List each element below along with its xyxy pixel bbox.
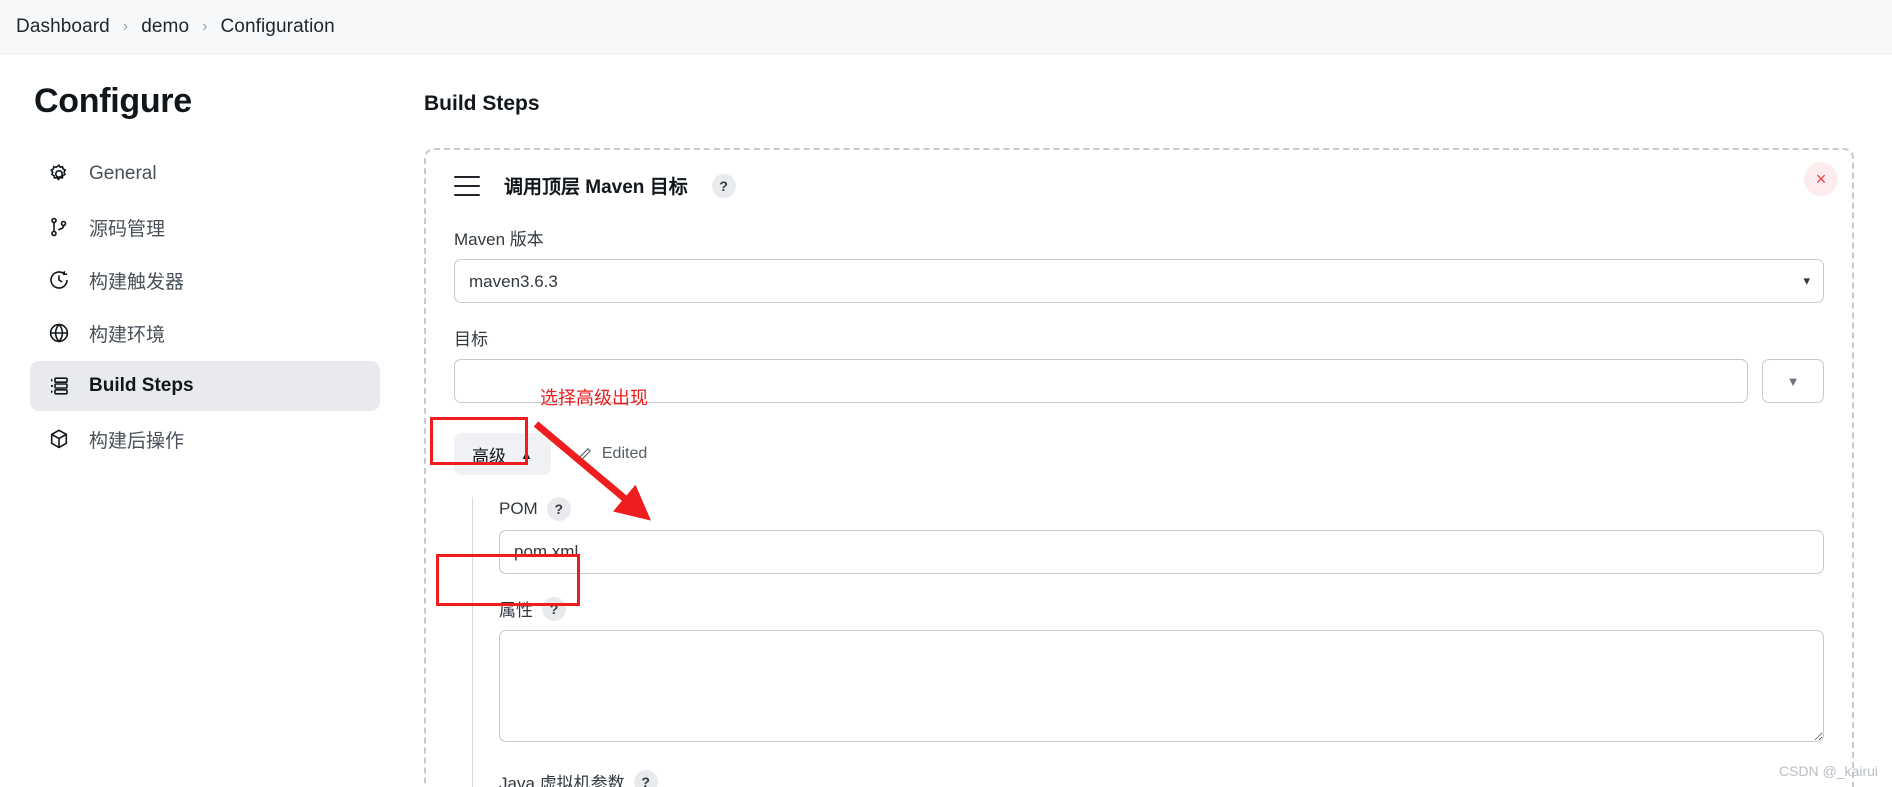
advanced-toggle-button[interactable]: 高级 ▲ — [454, 433, 551, 475]
goals-field: 目标 ▼ — [454, 325, 1824, 403]
goals-dropdown-button[interactable]: ▼ — [1762, 359, 1824, 403]
breadcrumb-item-dashboard[interactable]: Dashboard — [16, 16, 110, 38]
help-icon[interactable]: ? — [633, 769, 658, 787]
hamburger-icon[interactable] — [454, 175, 480, 196]
package-icon — [46, 426, 72, 452]
sidebar-item-source-management[interactable]: 源码管理 — [30, 202, 380, 252]
help-icon[interactable]: ? — [542, 596, 566, 621]
watermark: CSDN @_kairui — [1778, 763, 1878, 779]
clock-icon — [46, 267, 72, 293]
build-step-header: 调用顶层 Maven 目标 ? — [454, 172, 1824, 199]
help-icon[interactable]: ? — [546, 497, 571, 521]
gear-icon — [46, 161, 72, 187]
goals-input[interactable] — [454, 359, 1748, 403]
pom-label-row: POM ? — [499, 497, 1824, 521]
advanced-row: 高级 ▲ Edited — [454, 433, 1824, 475]
breadcrumb-separator-icon: › — [202, 17, 208, 35]
edited-status: Edited — [577, 445, 647, 463]
sidebar-nav: General 源码管理 构建触发器 构建环境 Build Steps 构建后操… — [30, 149, 380, 464]
maven-version-select[interactable]: maven3.6.3 — [454, 259, 1824, 303]
edited-label: Edited — [601, 445, 648, 462]
pom-input[interactable] — [499, 530, 1824, 574]
section-title: Build Steps — [424, 92, 540, 115]
sidebar-item-build-environment[interactable]: 构建环境 — [30, 308, 380, 358]
pom-label: POM — [499, 499, 538, 518]
main-content: Build Steps × 调用顶层 Maven 目标 ? Maven 版本 m… — [410, 54, 1892, 787]
sidebar-item-post-build-actions[interactable]: 构建后操作 — [30, 414, 380, 464]
build-step-card: × 调用顶层 Maven 目标 ? Maven 版本 maven3.6.3 ▾ … — [424, 148, 1854, 787]
close-icon[interactable]: × — [1804, 162, 1838, 196]
sidebar: Configure General 源码管理 构建触发器 构建环境 Build … — [0, 54, 410, 787]
breadcrumb-item-configuration[interactable]: Configuration — [220, 16, 334, 38]
list-steps-icon — [46, 373, 72, 399]
sidebar-item-label: General — [89, 163, 157, 184]
sidebar-item-label: 构建后操作 — [89, 430, 185, 452]
globe-icon — [46, 320, 72, 346]
sidebar-item-label: Build Steps — [89, 375, 194, 396]
sidebar-item-general[interactable]: General — [30, 149, 380, 199]
sidebar-item-label: 构建环境 — [89, 324, 166, 346]
goals-label: 目标 — [454, 330, 488, 349]
pom-field: POM ? — [499, 497, 1824, 574]
help-icon[interactable]: ? — [711, 173, 736, 198]
breadcrumb-separator-icon: › — [122, 17, 129, 35]
properties-label: 属性 — [499, 601, 533, 620]
triangle-down-icon: ▼ — [1786, 373, 1800, 389]
sidebar-item-label: 构建触发器 — [89, 271, 185, 293]
page-body: Configure General 源码管理 构建触发器 构建环境 Build … — [0, 54, 1892, 787]
pencil-icon — [577, 446, 593, 462]
breadcrumb: Dashboard › demo › Configuration — [0, 0, 1892, 54]
chevron-up-icon: ▲ — [520, 446, 533, 462]
maven-version-label: Maven 版本 — [454, 230, 544, 249]
properties-field: 属性 ? — [499, 596, 1824, 747]
jvm-options-label: Java 虚拟机参数 — [499, 774, 625, 787]
advanced-toggle-label: 高级 — [472, 446, 506, 466]
sidebar-item-build-triggers[interactable]: 构建触发器 — [30, 255, 380, 305]
sidebar-item-build-steps[interactable]: Build Steps — [30, 361, 380, 411]
maven-version-field: Maven 版本 maven3.6.3 ▾ — [454, 225, 1824, 303]
build-step-title: 调用顶层 Maven 目标 — [504, 177, 688, 198]
breadcrumb-item-demo[interactable]: demo — [141, 16, 189, 38]
properties-label-row: 属性 ? — [499, 596, 1824, 621]
sidebar-item-label: 源码管理 — [89, 218, 166, 240]
page-title: Configure — [34, 82, 192, 120]
jvm-options-field: Java 虚拟机参数 ? — [499, 769, 1824, 787]
git-branch-icon — [46, 214, 72, 240]
properties-textarea[interactable] — [499, 630, 1824, 742]
advanced-panel: POM ? 属性 ? Java 虚拟机参数 ? — [472, 497, 1824, 787]
jvm-options-label-row: Java 虚拟机参数 ? — [499, 769, 1824, 787]
